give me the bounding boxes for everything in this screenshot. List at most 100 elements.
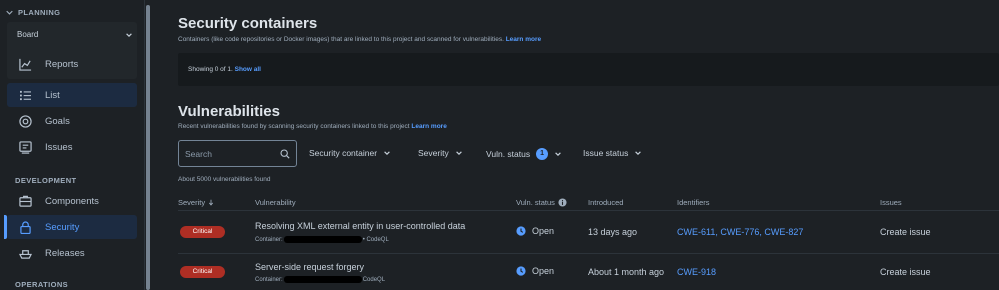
vulnerabilities-count: About 5000 vulnerabilities found [178,176,271,183]
search-placeholder: Search [185,148,212,159]
container-prefix: Container: [255,236,283,243]
redacted-block [283,236,362,243]
security-containers-title: Security containers [178,15,318,32]
sidebar-item-label: Releases [45,247,85,259]
board-dropdown[interactable]: Board [17,30,133,39]
identifiers-link[interactable]: CWE-918 [677,267,716,277]
vulnerability-title[interactable]: Resolving XML external entity in user-co… [255,221,465,231]
column-header-label: Introduced [588,198,624,207]
introduced-date: About 1 month ago [588,267,665,277]
container-prefix: Container: [255,276,283,283]
vulnerabilities-description: Recent vulnerabilities found by scanning… [178,123,447,130]
create-issue-button[interactable]: Create issue [880,267,931,277]
chart-line-icon [19,58,32,71]
sidebar-item-components[interactable]: Components [7,189,137,213]
sidebar-item-label: Components [45,195,99,207]
sidebar-item-security[interactable]: Security [7,215,137,239]
info-icon[interactable] [558,198,567,207]
clock-icon [516,226,526,236]
severity-badge: Critical [180,226,225,238]
sidebar-item-list[interactable]: List [7,83,137,107]
development-section-header: DEVELOPMENT [15,176,77,185]
sort-down-arrow-icon [209,199,214,206]
column-header-label: Severity [178,198,206,207]
security-containers-description: Containers (like code repositories or Do… [178,36,541,43]
vuln-status-filter[interactable]: Vuln. status 1 [486,148,562,160]
chevron-down-icon [126,32,132,37]
column-header-identifiers: Identifiers [677,198,710,207]
planning-label: PLANNING [18,8,61,17]
filter-count-badge: 1 [536,148,549,160]
chevron-down-icon [455,151,462,156]
security-container-filter[interactable]: Security container [309,148,391,158]
sidebar-item-label: Issues [45,141,73,153]
column-header-label: Issues [880,198,902,207]
column-header-severity[interactable]: Severity [178,198,214,207]
filter-label: Security container [309,148,378,158]
vuln-status: Open [516,226,554,236]
status-label: Open [532,266,555,276]
column-header-issues: Issues [880,198,902,207]
chevron-down-icon [635,151,642,156]
description-text: Containers (like code repositories or Do… [178,36,504,43]
sidebar-scrollbar-thumb[interactable] [146,5,150,290]
chevron-down-icon [384,151,390,156]
development-label: DEVELOPMENT [15,176,77,185]
components-icon [19,195,32,208]
sidebar-item-releases[interactable]: Releases [7,241,137,265]
redacted-block [283,276,362,283]
source-label: • CodeQL [362,236,389,243]
sidebar: PLANNING Board Reports List Goals Issues… [0,0,145,290]
chevron-down-icon [6,10,13,15]
vulnerability-source: Container: • CodeQL [255,236,389,243]
search-icon [280,148,290,159]
planning-section-header[interactable]: PLANNING [6,8,60,17]
vulnerabilities-title: Vulnerabilities [178,103,280,120]
operations-label: OPERATIONS [15,280,69,289]
sidebar-item-label: Security [45,221,80,233]
containers-showing-panel: Showing 0 of 1. Show all [178,53,999,86]
sidebar-item-label: List [45,89,60,101]
filter-label: Vuln. status [486,149,531,159]
vuln-status: Open [516,266,554,276]
sidebar-item-issues[interactable]: Issues [7,135,137,159]
chevron-down-icon [555,152,561,157]
column-header-label: Vulnerability [255,198,296,207]
main-content: Security containers Containers (like cod… [152,0,999,290]
lock-icon [19,220,32,234]
learn-more-link[interactable]: Learn more [411,123,446,130]
filter-label: Severity [418,148,449,158]
column-header-label: Identifiers [677,198,710,207]
sidebar-item-reports[interactable]: Reports [7,52,137,76]
vulnerability-source: Container: CodeQL [255,276,385,283]
column-header-label: Vuln. status [516,198,555,207]
sidebar-item-label: Goals [45,115,70,127]
issues-icon [19,140,32,154]
source-label: CodeQL [362,276,386,283]
show-all-link[interactable]: Show all [235,66,261,73]
learn-more-link[interactable]: Learn more [506,36,541,43]
issue-status-filter[interactable]: Issue status [583,148,642,158]
status-label: Open [532,226,555,236]
column-header-introduced: Introduced [588,198,623,207]
clock-icon [516,266,526,276]
severity-badge: Critical [180,266,225,278]
create-issue-button[interactable]: Create issue [880,227,931,237]
list-icon [19,89,32,102]
sidebar-item-goals[interactable]: Goals [7,109,137,133]
column-header-vulnerability: Vulnerability [255,198,296,207]
sidebar-item-label: Reports [45,58,79,70]
table-header-divider [178,210,999,211]
identifiers-link[interactable]: CWE-611, CWE-776, CWE-827 [677,227,803,237]
introduced-date: 13 days ago [588,227,638,237]
board-label: Board [17,30,39,39]
column-header-vuln-status: Vuln. status [516,198,567,207]
search-input[interactable]: Search [178,140,297,167]
description-text: Recent vulnerabilities found by scanning… [178,123,410,130]
operations-section-header: OPERATIONS [15,280,68,289]
ship-icon [19,247,32,260]
filter-label: Issue status [583,148,629,158]
vulnerability-title[interactable]: Server-side request forgery [255,262,364,272]
target-icon [19,114,32,128]
severity-filter[interactable]: Severity [418,148,463,158]
